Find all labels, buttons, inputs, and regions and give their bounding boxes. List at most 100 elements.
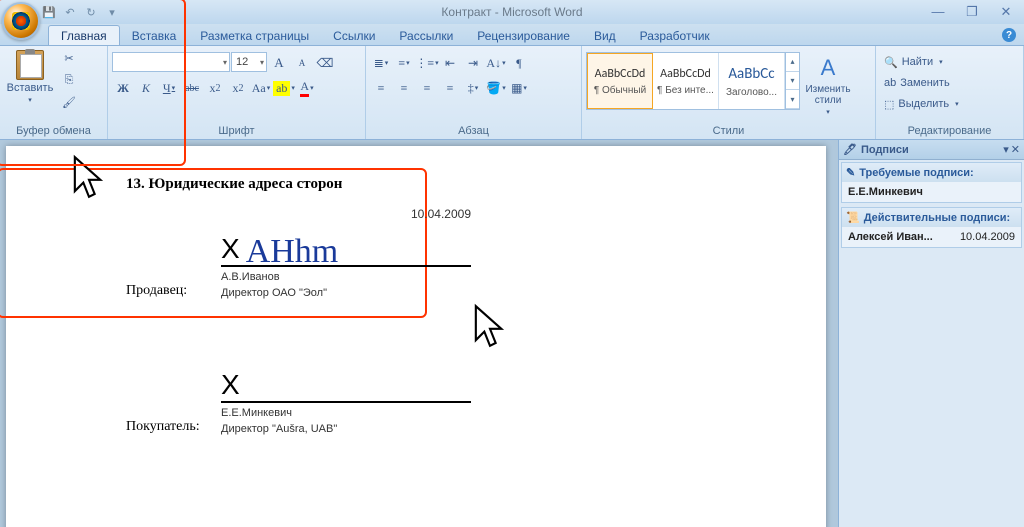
multilevel-button[interactable]: ⋮≡ bbox=[416, 52, 438, 74]
style-gallery[interactable]: AaBbCcDd ¶ Обычный AaBbCcDd ¶ Без инте..… bbox=[586, 52, 800, 110]
buyer-label: Покупатель: bbox=[126, 419, 211, 435]
tab-refs[interactable]: Ссылки bbox=[321, 26, 387, 45]
tab-mail[interactable]: Рассылки bbox=[387, 26, 465, 45]
style-name: ¶ Без инте... bbox=[657, 85, 714, 96]
binoculars-icon: 🔍 bbox=[884, 56, 898, 69]
required-signatures-section: ✎ Требуемые подписи: Е.Е.Минкевич bbox=[841, 162, 1022, 203]
subscript-button[interactable]: x2 bbox=[204, 77, 226, 99]
sort-icon: A↓ bbox=[486, 56, 501, 71]
scroll-up-icon[interactable]: ▴ bbox=[786, 53, 799, 72]
justify-icon: ≡ bbox=[447, 81, 454, 96]
pen-icon: ✎ bbox=[846, 166, 855, 179]
required-header-label: Требуемые подписи: bbox=[859, 167, 973, 179]
replace-label: Заменить bbox=[900, 77, 949, 89]
replace-icon: ab bbox=[884, 77, 896, 89]
maximize-button[interactable]: ❐ bbox=[960, 4, 984, 20]
outdent-button[interactable]: ⇤ bbox=[439, 52, 461, 74]
style-heading[interactable]: AaBbCc Заголово... bbox=[719, 53, 785, 109]
grow-font-icon: A bbox=[274, 55, 283, 71]
numbering-button[interactable]: ≡ bbox=[393, 52, 415, 74]
align-left-icon: ≡ bbox=[378, 81, 385, 96]
replace-button[interactable]: ab Заменить bbox=[880, 73, 963, 93]
valid-item[interactable]: Алексей Иван... 10.04.2009 bbox=[842, 227, 1021, 247]
style-nospacing[interactable]: AaBbCcDd ¶ Без инте... bbox=[653, 53, 719, 109]
document-area[interactable]: 13. Юридические адреса сторон Продавец: … bbox=[0, 140, 838, 527]
tab-view[interactable]: Вид bbox=[582, 26, 628, 45]
find-label: Найти bbox=[902, 56, 933, 68]
valid-date: 10.04.2009 bbox=[960, 231, 1015, 243]
find-button[interactable]: 🔍Найти▾ bbox=[880, 52, 963, 72]
group-styles-label: Стили bbox=[586, 123, 871, 139]
pane-icon: 🖊 bbox=[843, 143, 857, 156]
valid-header-label: Действительные подписи: bbox=[864, 212, 1011, 224]
line-spacing-button[interactable]: ‡ bbox=[462, 77, 484, 99]
style-normal[interactable]: AaBbCcDd ¶ Обычный bbox=[587, 53, 653, 109]
indent-button[interactable]: ⇥ bbox=[462, 52, 484, 74]
signer-title: Директор ОАО "Эол" bbox=[221, 287, 471, 299]
font-color-button[interactable]: A bbox=[296, 77, 318, 99]
pane-menu-icon[interactable]: ▾ bbox=[1003, 143, 1009, 156]
indent-icon: ⇥ bbox=[468, 56, 478, 71]
align-center-icon: ≡ bbox=[401, 81, 408, 96]
required-item[interactable]: Е.Е.Минкевич bbox=[842, 182, 1021, 202]
font-size-combo[interactable]: 12 bbox=[231, 52, 267, 72]
pilcrow-icon: ¶ bbox=[516, 56, 521, 71]
align-right-button[interactable]: ≡ bbox=[416, 77, 438, 99]
shrink-font-button[interactable]: A bbox=[291, 52, 313, 74]
select-button[interactable]: ⬚Выделить▾ bbox=[880, 94, 963, 114]
show-marks-button[interactable]: ¶ bbox=[508, 52, 530, 74]
signature-buyer[interactable]: X Е.Е.Минкевич Директор "Aušra, UAB" bbox=[221, 369, 471, 435]
shading-button[interactable]: 🪣 bbox=[485, 77, 507, 99]
highlight-button[interactable]: ab bbox=[273, 77, 295, 99]
style-preview: AaBbCcDd bbox=[660, 67, 711, 81]
pane-title-text: Подписи bbox=[861, 144, 909, 156]
help-icon[interactable]: ? bbox=[1002, 28, 1016, 42]
workspace: 13. Юридические адреса сторон Продавец: … bbox=[0, 140, 1024, 527]
borders-button[interactable]: ▦ bbox=[508, 77, 530, 99]
shrink-font-icon: A bbox=[299, 58, 306, 68]
office-button[interactable] bbox=[2, 2, 40, 40]
bullets-button[interactable]: ≣ bbox=[370, 52, 392, 74]
signer-title: Директор "Aušra, UAB" bbox=[221, 423, 471, 435]
gallery-scroll[interactable]: ▴ ▾ ▾ bbox=[785, 53, 799, 109]
bucket-icon: 🪣 bbox=[486, 81, 501, 96]
change-styles-button[interactable]: A Изменить стили ▾ bbox=[802, 52, 854, 120]
style-name: ¶ Обычный bbox=[594, 85, 646, 96]
pane-title-bar[interactable]: 🖊 Подписи ▾✕ bbox=[839, 140, 1024, 160]
align-right-icon: ≡ bbox=[424, 81, 431, 96]
borders-icon: ▦ bbox=[511, 81, 522, 96]
scroll-down-icon[interactable]: ▾ bbox=[786, 72, 799, 91]
certificate-icon: 📜 bbox=[846, 211, 860, 224]
required-header: ✎ Требуемые подписи: bbox=[842, 163, 1021, 182]
document-page[interactable]: 13. Юридические адреса сторон Продавец: … bbox=[6, 146, 826, 527]
line-spacing-icon: ‡ bbox=[468, 81, 474, 96]
sort-button[interactable]: A↓ bbox=[485, 52, 507, 74]
eraser-icon: ⌫ bbox=[317, 56, 334, 71]
superscript-button[interactable]: x2 bbox=[227, 77, 249, 99]
group-para-label: Абзац bbox=[370, 123, 577, 139]
align-left-button[interactable]: ≡ bbox=[370, 77, 392, 99]
minimize-button[interactable]: — bbox=[926, 4, 950, 20]
change-case-button[interactable]: Aa bbox=[250, 77, 272, 99]
valid-name: Алексей Иван... bbox=[848, 231, 933, 243]
change-styles-label: Изменить стили bbox=[802, 84, 854, 106]
gallery-expand-icon[interactable]: ▾ bbox=[786, 90, 799, 109]
bullets-icon: ≣ bbox=[374, 56, 384, 71]
clear-format-button[interactable]: ⌫ bbox=[314, 52, 336, 74]
tab-dev[interactable]: Разработчик bbox=[628, 26, 722, 45]
group-paragraph: ≣ ≡ ⋮≡ ⇤ ⇥ A↓ ¶ ≡ ≡ ≡ ≡ ‡ 🪣 ▦ Абзац bbox=[366, 46, 582, 139]
grow-font-button[interactable]: A bbox=[268, 52, 290, 74]
signature-seller[interactable]: 10.04.2009 X AHhm А.В.Иванов Директор ОА… bbox=[221, 233, 471, 299]
group-edit-label: Редактирование bbox=[880, 123, 1019, 139]
signature-handwriting: AHhm bbox=[246, 242, 339, 262]
signature-x: X bbox=[221, 369, 240, 401]
align-center-button[interactable]: ≡ bbox=[393, 77, 415, 99]
pane-close-icon[interactable]: ✕ bbox=[1011, 143, 1020, 156]
font-color-icon: A bbox=[300, 79, 309, 97]
close-button[interactable]: ✕ bbox=[994, 4, 1018, 20]
change-styles-icon: A bbox=[814, 54, 842, 82]
tab-review[interactable]: Рецензирование bbox=[465, 26, 582, 45]
justify-button[interactable]: ≡ bbox=[439, 77, 461, 99]
tab-layout[interactable]: Разметка страницы bbox=[188, 26, 321, 45]
window-title: Контракт - Microsoft Word bbox=[441, 5, 582, 19]
